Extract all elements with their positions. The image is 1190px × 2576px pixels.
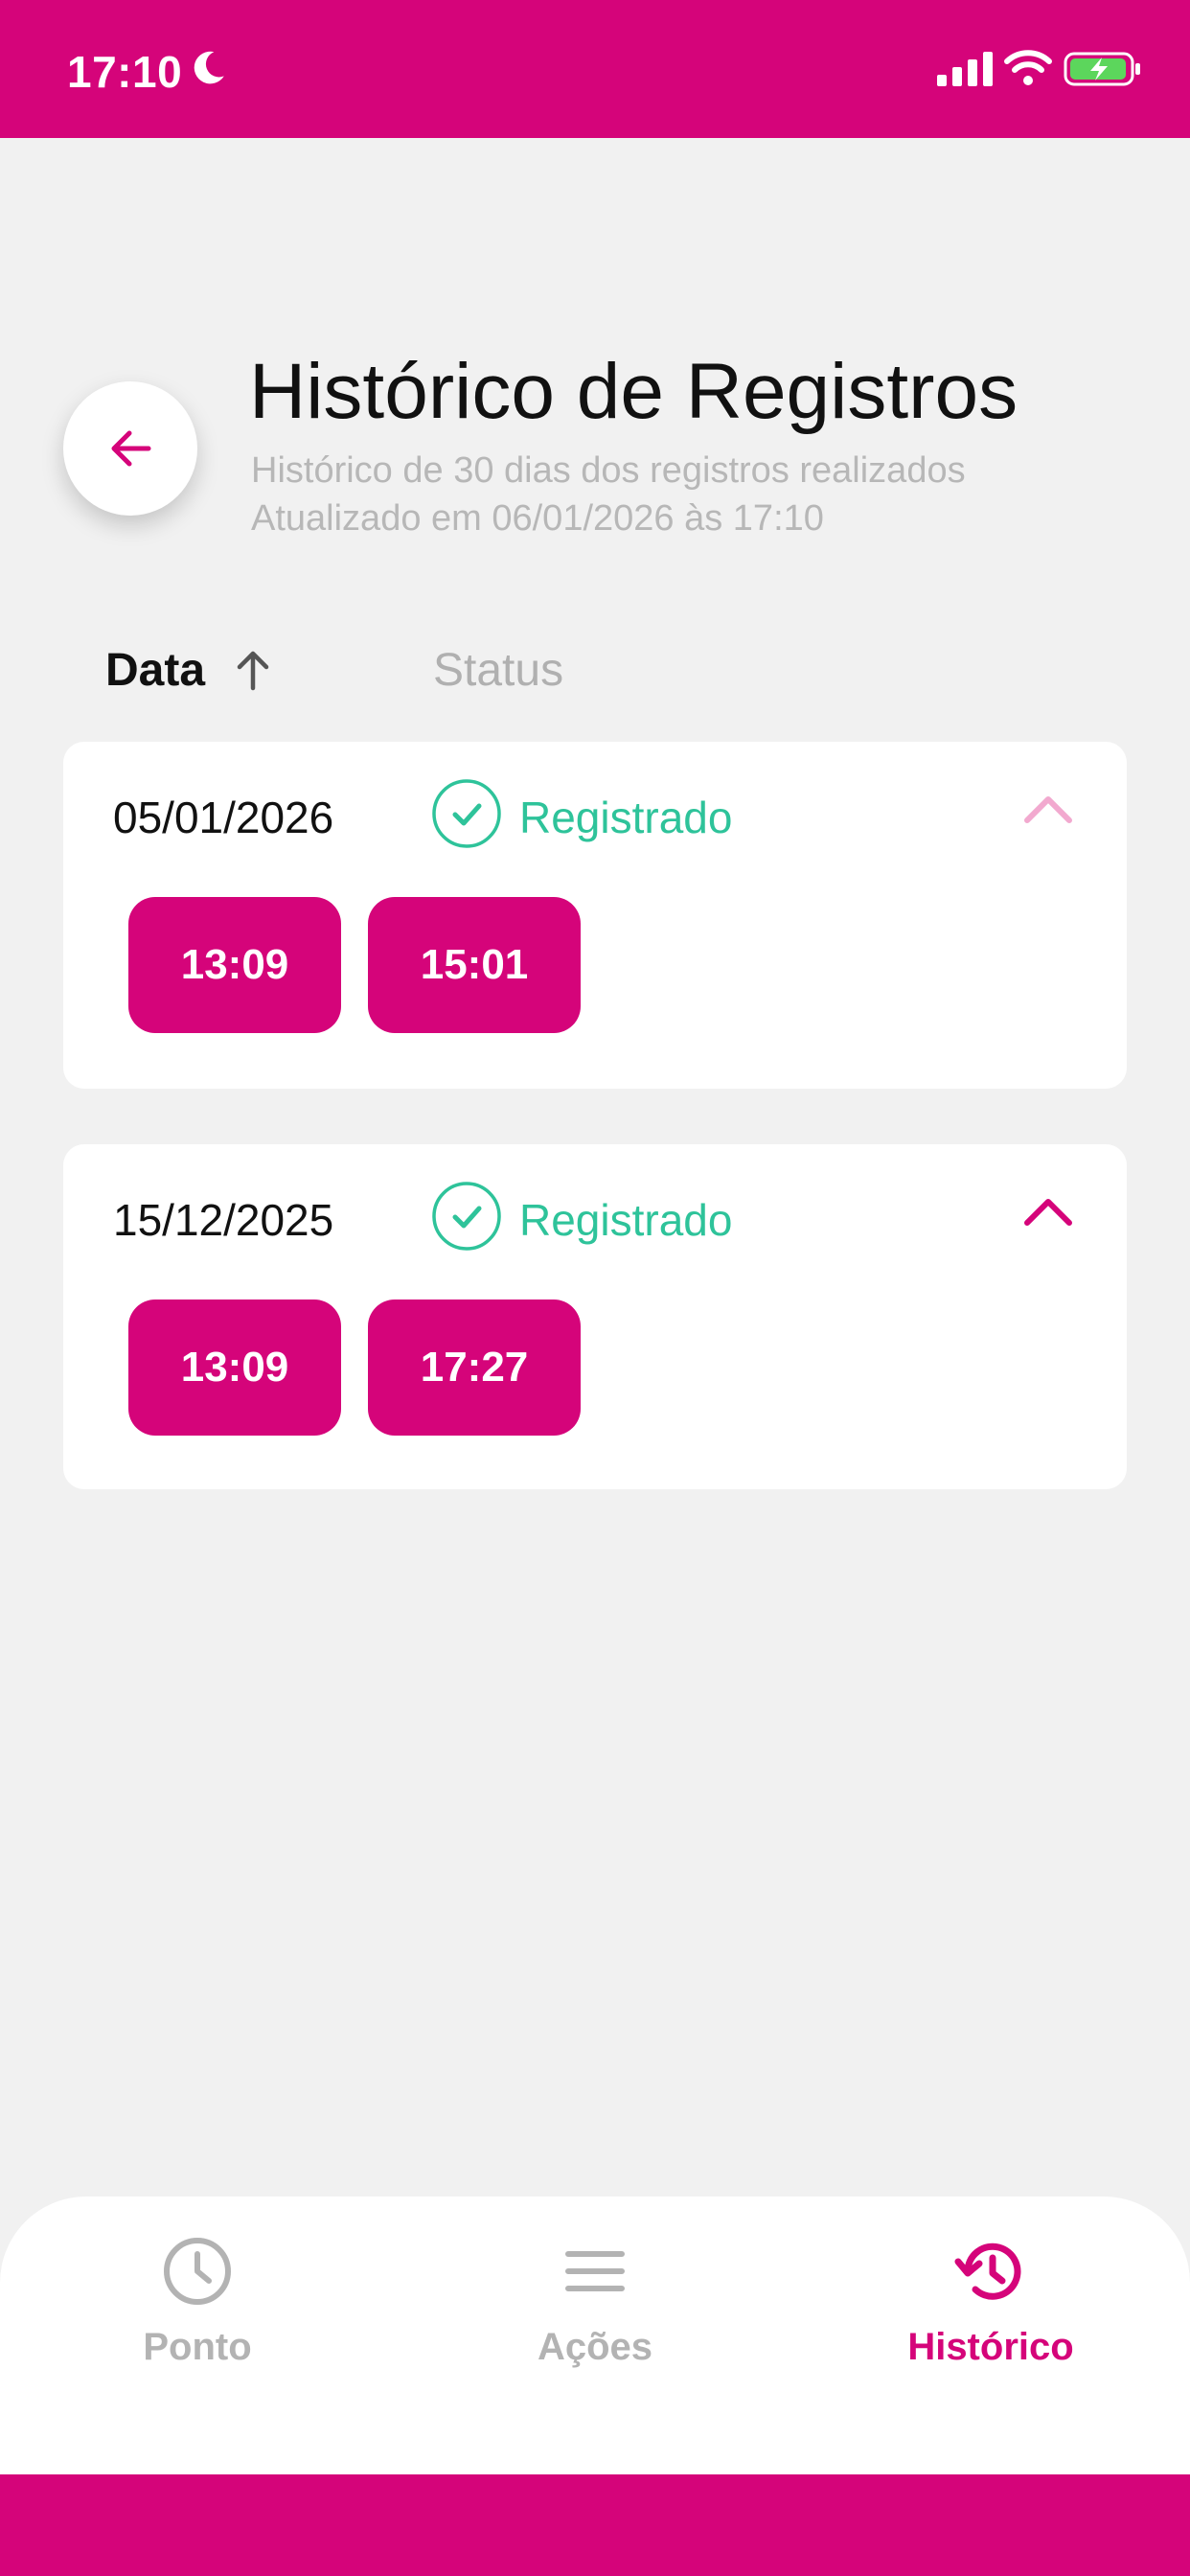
status-bar: 17:10: [0, 0, 1190, 138]
chevron-up-icon[interactable]: [1021, 1194, 1075, 1229]
arrow-up-icon[interactable]: [234, 648, 272, 692]
history-icon: [954, 2242, 1021, 2300]
nav-label: Histórico: [907, 2326, 1074, 2368]
arrow-left-icon: [111, 430, 151, 467]
check-circle-icon: [432, 1182, 501, 1251]
nav-item-acoes[interactable]: Ações: [451, 2235, 739, 2369]
record-card: 15/12/2025 Registrado 13:09 17:27: [63, 1144, 1127, 1489]
time-chip[interactable]: 13:09: [128, 1300, 341, 1436]
nav-label: Ações: [537, 2326, 653, 2368]
nav-label: Ponto: [143, 2326, 252, 2368]
record-status: Registrado: [519, 1195, 733, 1245]
clock-icon: [164, 2238, 231, 2305]
column-header-status[interactable]: Status: [433, 644, 563, 697]
time-chip[interactable]: 17:27: [368, 1300, 581, 1436]
time-chip[interactable]: 15:01: [368, 897, 581, 1033]
record-date: 05/01/2026: [113, 793, 334, 842]
battery-charging-icon: [1064, 52, 1140, 86]
status-time: 17:10: [67, 47, 183, 97]
bottom-nav: Ponto Ações Histórico: [0, 2196, 1190, 2474]
chevron-up-icon[interactable]: [1021, 792, 1075, 826]
nav-item-ponto[interactable]: Ponto: [54, 2235, 341, 2369]
page-subtitle: Histórico de 30 dias dos registros reali…: [251, 450, 966, 491]
check-circle-icon: [432, 779, 501, 848]
last-updated-text: Atualizado em 06/01/2026 às 17:10: [251, 498, 824, 539]
back-button[interactable]: [63, 381, 197, 516]
page-title: Histórico de Registros: [249, 348, 1018, 435]
record-card: 05/01/2026 Registrado 13:09 15:01: [63, 742, 1127, 1089]
moon-icon: [194, 51, 224, 84]
wifi-icon: [1004, 50, 1052, 85]
signal-icon: [937, 52, 993, 86]
column-header-date[interactable]: Data: [105, 644, 205, 697]
menu-icon: [565, 2251, 625, 2291]
bottom-bar: [0, 2474, 1190, 2576]
nav-item-historico[interactable]: Histórico: [847, 2235, 1134, 2369]
record-date: 15/12/2025: [113, 1195, 334, 1245]
time-chip[interactable]: 13:09: [128, 897, 341, 1033]
record-status: Registrado: [519, 793, 733, 842]
